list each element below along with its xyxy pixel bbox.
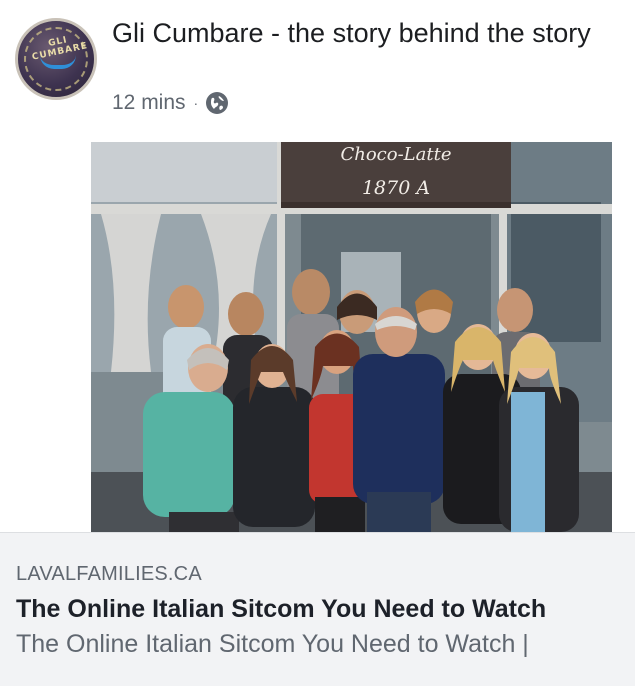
awning-name: Choco-Latte bbox=[340, 144, 451, 165]
page-name-link[interactable]: Gli Cumbare - the story behind the story bbox=[112, 16, 612, 50]
link-preview-card[interactable]: LAVALFAMILIES.CA The Online Italian Sitc… bbox=[0, 532, 635, 686]
post-meta: 12 mins · bbox=[112, 90, 229, 116]
post-header: GLI CUMBARE Gli Cumbare - the story behi… bbox=[0, 0, 635, 142]
globe-icon[interactable] bbox=[206, 92, 229, 114]
post-photo-area[interactable]: Choco-Latte 1870 A bbox=[0, 142, 635, 532]
meta-separator: · bbox=[193, 95, 199, 111]
post-timestamp[interactable]: 12 mins bbox=[112, 91, 186, 115]
link-domain: LAVALFAMILIES.CA bbox=[16, 563, 202, 585]
page-avatar[interactable]: GLI CUMBARE bbox=[15, 18, 97, 100]
link-title[interactable]: The Online Italian Sitcom You Need to Wa… bbox=[16, 595, 626, 624]
group-photo[interactable]: Choco-Latte 1870 A bbox=[91, 142, 612, 532]
link-description: The Online Italian Sitcom You Need to Wa… bbox=[16, 630, 529, 658]
awning-number: 1870 A bbox=[362, 177, 430, 199]
